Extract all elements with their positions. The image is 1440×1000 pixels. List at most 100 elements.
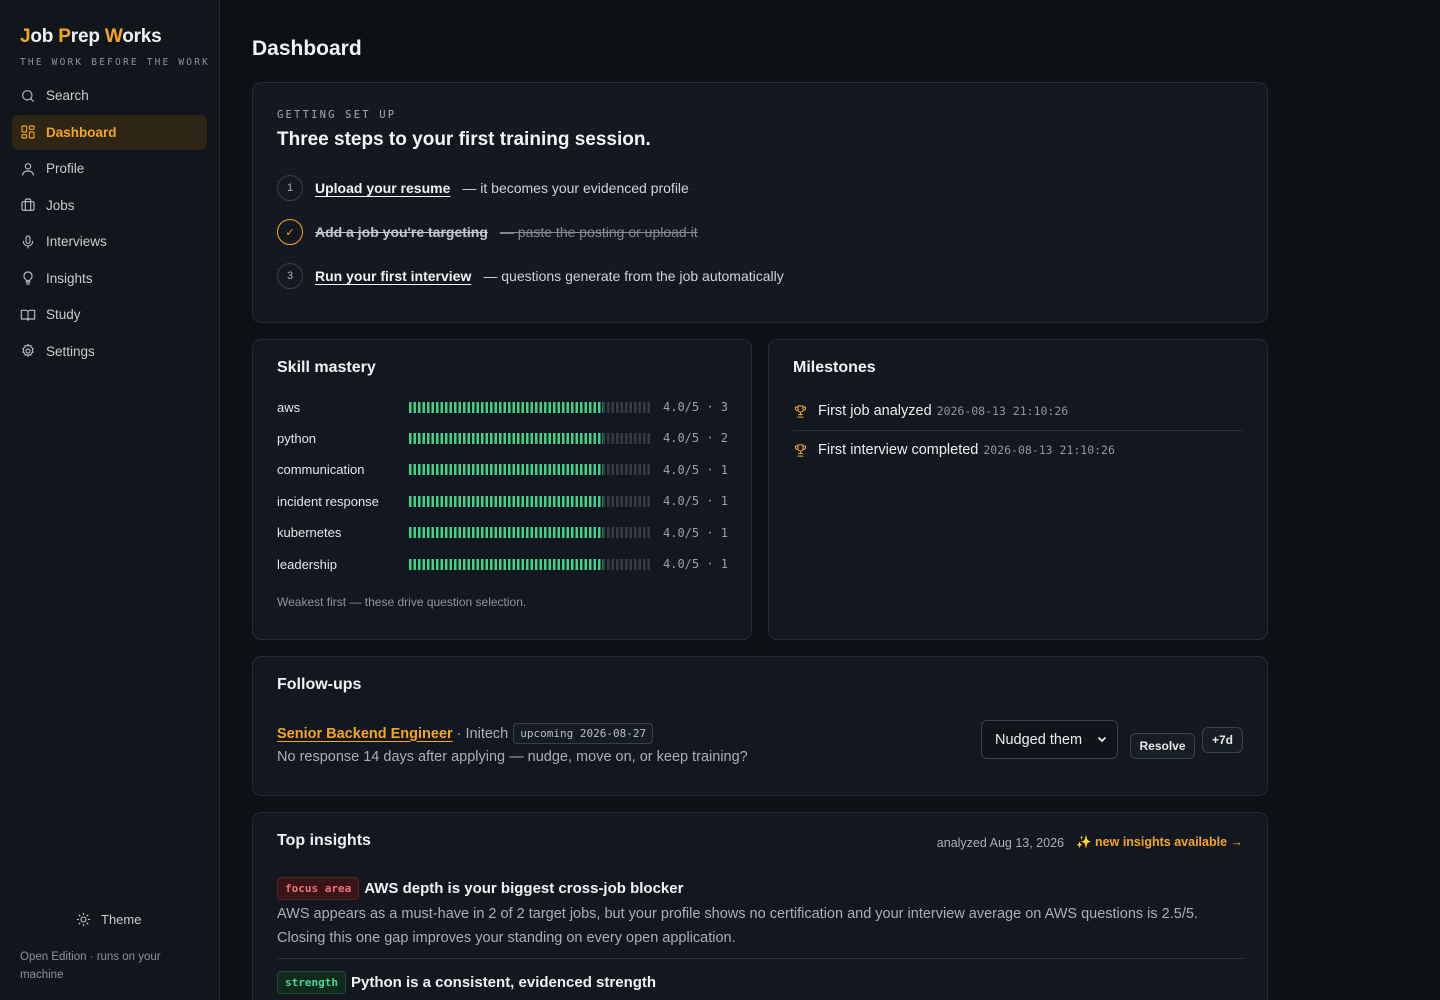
- divider: [793, 430, 1243, 431]
- insight-title: AWS depth is your biggest cross-job bloc…: [364, 880, 684, 897]
- milestone-label: First job analyzed: [818, 403, 932, 419]
- brand-letter: J: [20, 26, 31, 47]
- step-number: 3: [277, 263, 303, 289]
- brand-letter: P: [58, 26, 71, 47]
- milestone-item: First interview completed 2026-08-13 21:…: [793, 442, 1243, 458]
- brand-logo[interactable]: Job Prep Works: [20, 26, 162, 48]
- follow-ups-card: Follow-ups Senior Backend Engineer · Ini…: [252, 656, 1268, 796]
- step-description: — questions generate from the job automa…: [483, 268, 784, 284]
- setup-step: 3 Run your first interview — questions g…: [277, 263, 784, 289]
- insights-meta: analyzed Aug 13, 2026 ✨ new insights ava…: [937, 835, 1243, 850]
- card-title: Follow-ups: [277, 676, 362, 693]
- skill-mastery-card: Skill mastery aws 4.0/5 · 3 python 4.0/5 · …: [252, 339, 752, 640]
- skill-score: 4.0/5 · 1: [663, 557, 729, 571]
- skill-row: aws 4.0/5 · 3: [277, 398, 737, 416]
- skill-progress-bar: [409, 401, 651, 413]
- sidebar-item-label: Settings: [46, 343, 95, 359]
- insight-title: Python is a consistent, evidenced streng…: [350, 974, 657, 991]
- skill-score: 4.0/5 · 1: [663, 494, 729, 509]
- theme-toggle-button[interactable]: Theme: [76, 912, 141, 927]
- progress-fill: [409, 401, 603, 413]
- milestone-label: First interview completed: [818, 442, 979, 458]
- follow-up-description: No response 14 days after applying — nud…: [277, 749, 748, 765]
- sidebar-item-profile[interactable]: Profile: [12, 151, 207, 186]
- briefcase-icon: [21, 198, 35, 211]
- company-name: · Initech: [456, 725, 509, 742]
- skill-row: incident response 4.0/5 · 1: [277, 492, 737, 510]
- skill-name: incident response: [277, 493, 379, 509]
- new-insights-link[interactable]: ✨ new insights available →: [1076, 835, 1243, 850]
- upload-resume-link[interactable]: Upload your resume: [315, 180, 450, 196]
- sidebar-item-label: Profile: [46, 161, 85, 176]
- card-title: Milestones: [793, 359, 876, 376]
- milestone-item: First job analyzed 2026-08-13 21:10:26: [793, 403, 1243, 419]
- sidebar-item-insights[interactable]: Insights: [12, 261, 207, 296]
- insight-heading: strength Python is a consistent, evidenc…: [277, 971, 656, 994]
- card-eyebrow: GETTING SET UP: [277, 109, 397, 121]
- brand-tagline: THE WORK BEFORE THE WORK: [20, 57, 211, 68]
- follow-up-item: Senior Backend Engineer · Initech upcomi…: [277, 723, 654, 744]
- sidebar-item-settings[interactable]: Settings: [12, 334, 207, 369]
- job-link[interactable]: Senior Backend Engineer: [277, 726, 453, 742]
- edition-note: Open Edition · runs on your machine: [20, 951, 161, 981]
- step-description: — it becomes your evidenced profile: [462, 180, 689, 196]
- lightbulb-icon: [23, 271, 33, 285]
- chevron-down-icon: [1097, 736, 1107, 743]
- status-badge: upcoming 2026-08-27: [513, 723, 654, 744]
- brand-text: rep: [70, 26, 105, 47]
- milestones-card: Milestones First job analyzed 2026-08-13…: [768, 339, 1268, 640]
- book-icon: [20, 309, 36, 321]
- skill-progress-bar: [409, 558, 651, 570]
- skills-note: Weakest first — these drive question sel…: [277, 595, 527, 609]
- trophy-icon: [794, 443, 807, 457]
- brand-letter: W: [104, 26, 123, 47]
- skill-progress-bar: [409, 432, 651, 444]
- run-interview-link[interactable]: Run your first interview: [315, 268, 471, 284]
- skill-score: 4.0/5 · 1: [663, 525, 729, 540]
- skill-name: python: [277, 430, 317, 446]
- milestone-timestamp: 2026-08-13 21:10:26: [983, 443, 1115, 457]
- progress-fill: [409, 464, 603, 476]
- skill-score: 4.0/5 · 2: [663, 431, 729, 446]
- milestone-timestamp: 2026-08-13 21:10:26: [936, 404, 1069, 418]
- sidebar-item-interviews[interactable]: Interviews: [12, 224, 207, 259]
- step-checkmark-icon: ✓: [277, 219, 303, 245]
- sidebar-item-label: Interviews: [46, 234, 107, 249]
- sidebar-item-search[interactable]: Search: [12, 78, 207, 113]
- select-value: Nudged them: [995, 731, 1083, 748]
- sidebar-item-label: Dashboard: [46, 124, 117, 140]
- brand-text: orks: [122, 26, 162, 47]
- add-job-link[interactable]: Add a job you're targeting: [315, 224, 488, 240]
- card-title: Skill mastery: [277, 359, 376, 376]
- dashboard-icon: [21, 125, 35, 139]
- search-icon: [22, 89, 34, 102]
- skill-name: leadership: [277, 556, 337, 572]
- insight-tag: focus area: [277, 877, 360, 900]
- sidebar-item-study[interactable]: Study: [12, 297, 207, 332]
- user-icon: [22, 162, 34, 176]
- skill-progress-bar: [409, 464, 651, 476]
- sidebar: Job Prep Works THE WORK BEFORE THE WORK …: [0, 0, 220, 1000]
- card-title: Three steps to your first training sessi…: [277, 129, 651, 150]
- skill-score: 4.0/5 · 1: [663, 462, 729, 477]
- skill-row: leadership 4.0/5 · 1: [277, 555, 737, 573]
- sidebar-item-jobs[interactable]: Jobs: [12, 188, 207, 223]
- analyzed-date: analyzed Aug 13, 2026: [936, 835, 1064, 850]
- snooze-button[interactable]: +7d: [1202, 727, 1243, 753]
- skill-row: communication 4.0/5 · 1: [277, 461, 737, 479]
- progress-fill: [409, 495, 603, 507]
- skill-name: kubernetes: [277, 525, 342, 541]
- sidebar-item-label: Study: [46, 307, 81, 322]
- skill-name: communication: [277, 462, 365, 478]
- insight-tag: strength: [277, 971, 346, 994]
- microphone-icon: [22, 234, 34, 249]
- skill-row: kubernetes 4.0/5 · 1: [277, 524, 737, 542]
- setup-step: 1 Upload your resume — it becomes your e…: [277, 175, 689, 201]
- follow-up-action-select[interactable]: Nudged them: [981, 720, 1118, 759]
- insight-heading: focus area AWS depth is your biggest cro…: [277, 877, 683, 900]
- sidebar-item-dashboard[interactable]: Dashboard: [12, 114, 207, 150]
- step-description: — paste the posting or upload it: [499, 224, 698, 240]
- progress-fill: [409, 527, 603, 539]
- resolve-button[interactable]: Resolve: [1130, 733, 1195, 759]
- divider: [277, 958, 1244, 959]
